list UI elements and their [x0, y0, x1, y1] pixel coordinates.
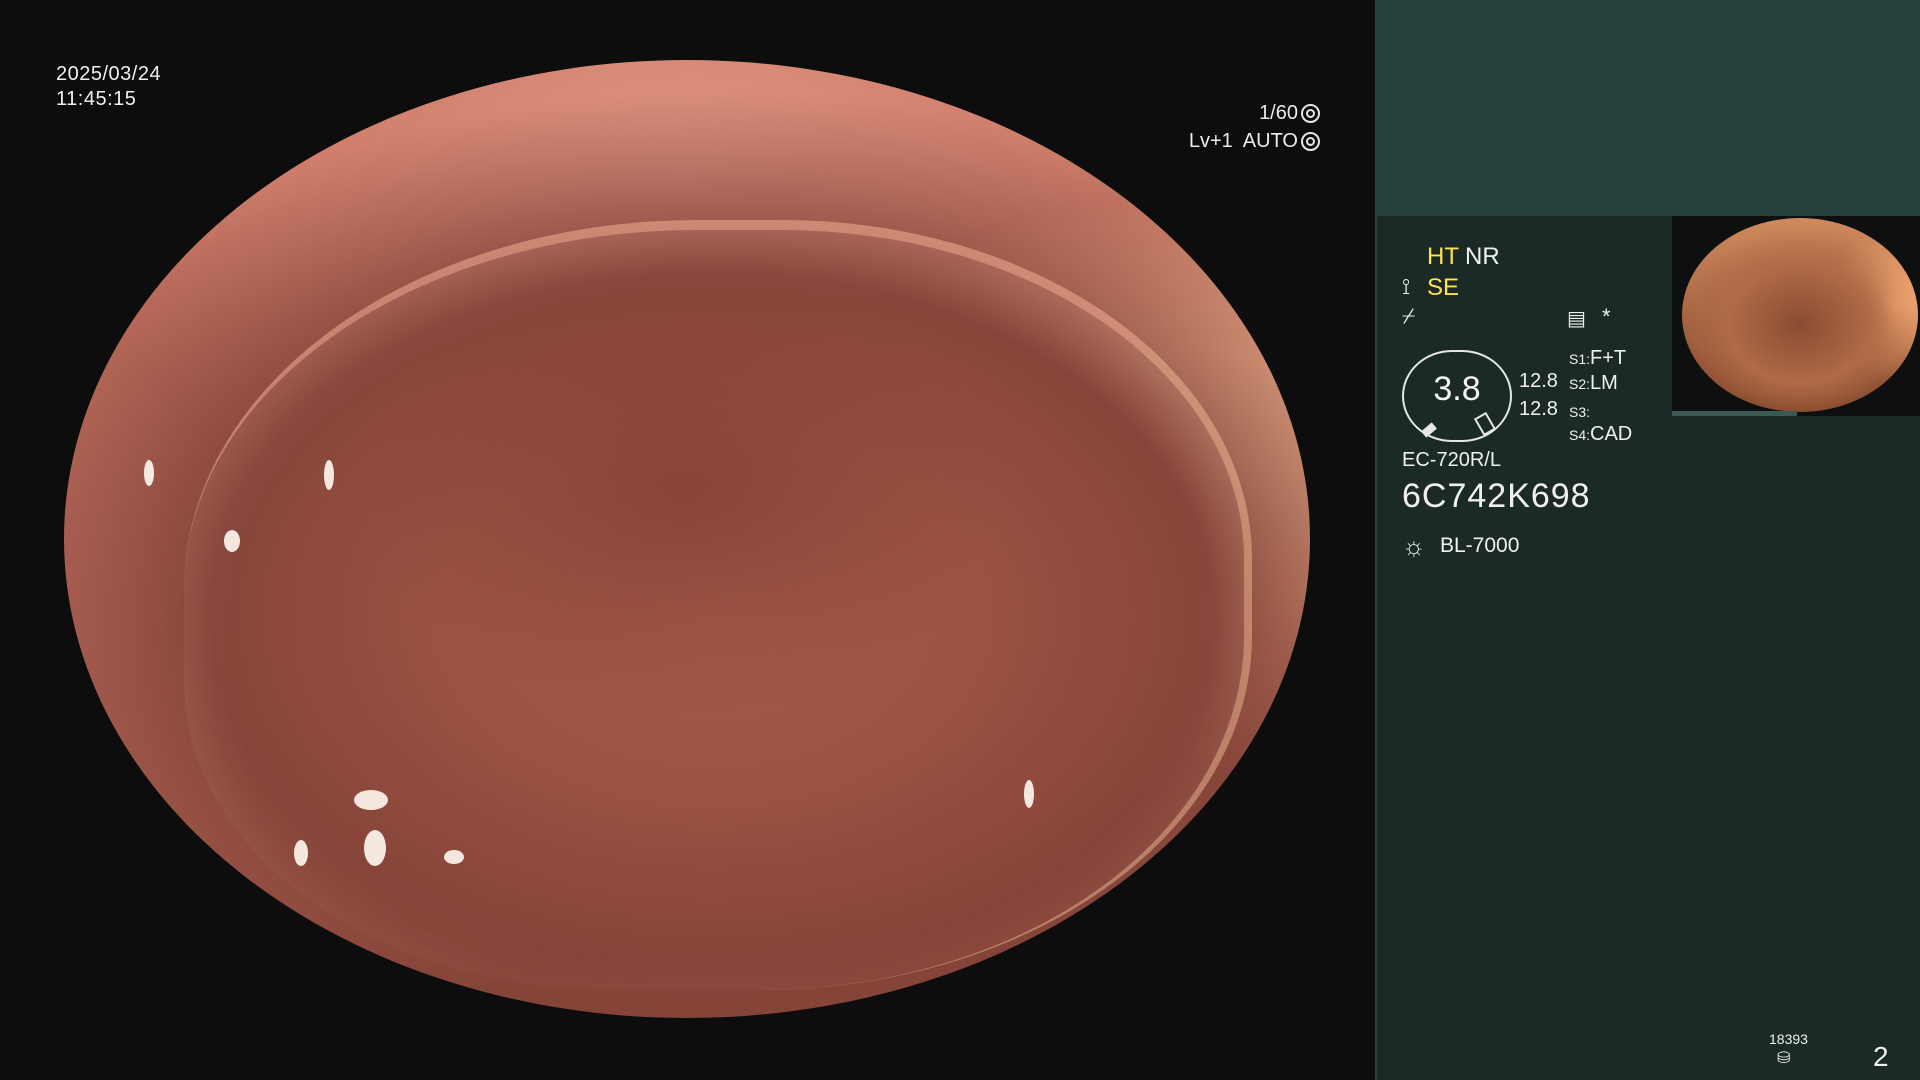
time-text: 11:45:15: [56, 88, 137, 110]
gauge-value: 3.8: [1433, 370, 1481, 408]
endoscope-image: [64, 60, 1310, 1018]
image-counter: 18393: [1769, 1031, 1808, 1047]
light-reflection: [324, 460, 334, 490]
light-reflection: [878, 70, 918, 84]
page-number: 2: [1873, 1041, 1889, 1072]
scope-serial: 6C742K698: [1402, 477, 1591, 515]
magnification-gauge: 3.8: [1402, 350, 1512, 442]
light-reflection: [444, 850, 464, 864]
light-source: BL-7000: [1440, 534, 1520, 557]
value-2: 12.8: [1519, 398, 1558, 420]
endoscope-viewport: 2025/03/24 11:45:15 1/60 Lv+1 AUTO: [0, 0, 1375, 1080]
light-reflection: [204, 140, 232, 166]
aperture-icon: [1301, 103, 1320, 123]
switch-s2: S2:LM: [1569, 372, 1618, 394]
thumbnail-bar: [1672, 411, 1797, 416]
light-reflection: [294, 840, 308, 866]
light-reflection: [354, 790, 388, 810]
info-panel: HT NR ⟟ SE ⌿ ▤ * 3.8 12.8 12.8 S1:F+T S2…: [1375, 0, 1920, 1080]
gauge-marker-left: [1421, 422, 1437, 438]
iris-icon: [1301, 131, 1320, 151]
thumbnail-image[interactable]: [1672, 216, 1920, 416]
mucosal-fold: [184, 220, 1252, 990]
ht-indicator: HT: [1427, 243, 1459, 270]
star-indicator: *: [1602, 304, 1611, 329]
date-text: 2025/03/24: [56, 63, 162, 85]
thumbnail-endoscope-view: [1682, 218, 1918, 412]
se-indicator: SE: [1427, 274, 1460, 301]
light-reflection: [224, 530, 240, 552]
scope-model: EC-720R/L: [1402, 449, 1501, 471]
switch-s3: S3:: [1569, 404, 1591, 420]
light-reflection: [144, 460, 154, 486]
panel-header-area: [1377, 0, 1920, 216]
brightness-level: Lv+1: [1188, 130, 1233, 152]
switch-s4: S4:CAD: [1569, 423, 1633, 445]
value-1: 12.8: [1519, 370, 1558, 392]
flash-icon: ⌿: [1402, 303, 1416, 328]
disk-icon: ⛁: [1777, 1050, 1791, 1067]
exposure-info: 1/60 Lv+1 AUTO: [1180, 99, 1320, 155]
gauge-marker-right: [1473, 411, 1497, 437]
iris-mode: AUTO: [1242, 130, 1298, 152]
light-reflection: [364, 830, 386, 866]
scope-edge-icon: ⟟: [1402, 274, 1411, 299]
light-reflection: [1024, 780, 1034, 808]
memo-icon: ▤: [1567, 308, 1586, 330]
switch-s1: S1:F+T: [1569, 347, 1627, 369]
shutter-speed: 1/60: [1259, 102, 1298, 124]
sun-icon: ☼: [1402, 531, 1426, 561]
shutter-row: 1/60: [1180, 99, 1320, 127]
iris-row: Lv+1 AUTO: [1180, 127, 1320, 155]
nr-indicator: NR: [1465, 243, 1500, 270]
